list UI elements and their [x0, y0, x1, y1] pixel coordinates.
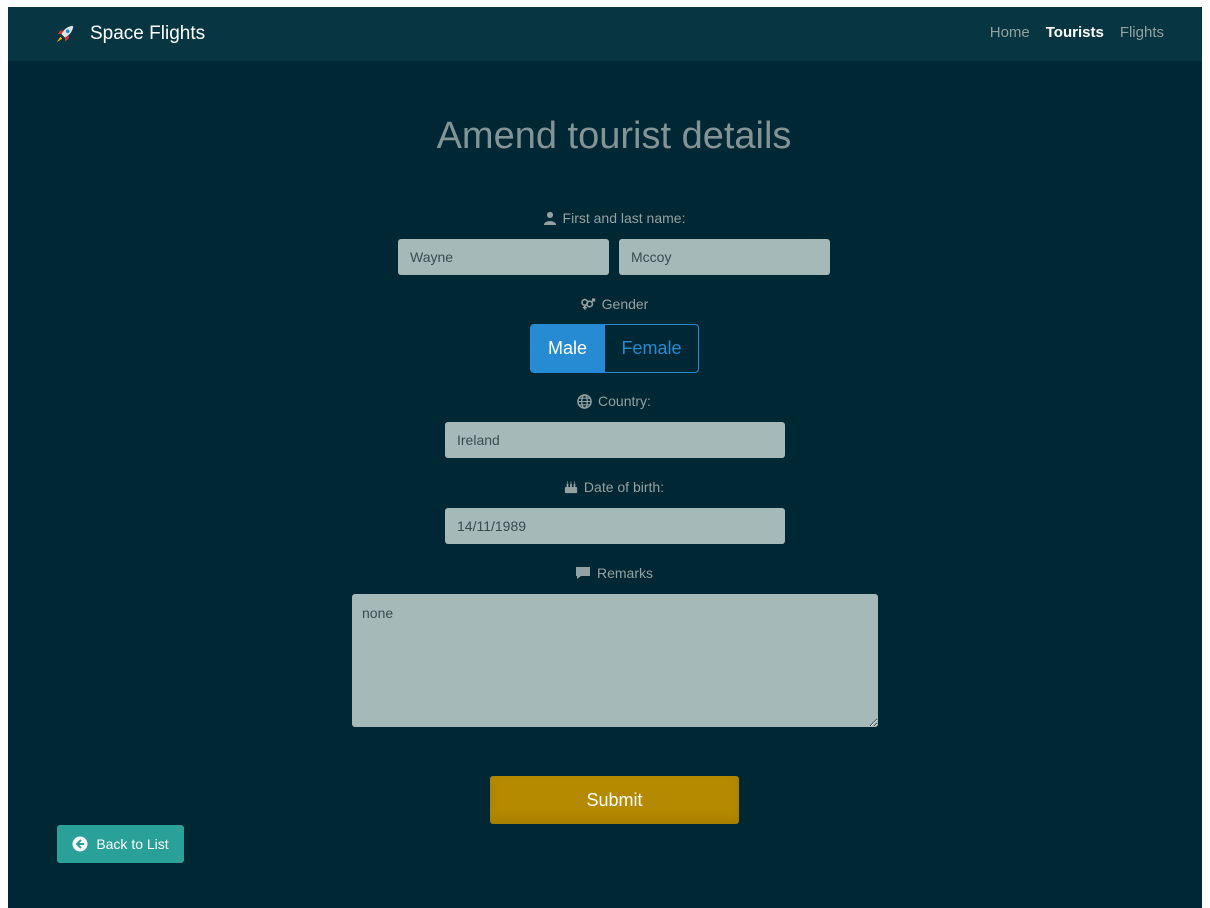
country-label: Country:	[8, 393, 1202, 409]
back-to-list-button[interactable]: Back to List	[57, 825, 184, 863]
gender-label: Gender	[8, 296, 1202, 312]
venus-mars-icon	[580, 298, 595, 310]
navbar: Space Flights Home Tourists Flights	[8, 7, 1202, 61]
birthday-cake-icon	[564, 480, 578, 494]
gender-toggle: Male Female	[530, 324, 699, 373]
page-title: Amend tourist details	[436, 115, 792, 157]
brand-link[interactable]: Space Flights	[54, 21, 205, 47]
comment-icon	[575, 567, 590, 579]
app-frame: Space Flights Home Tourists Flights Amen…	[8, 7, 1202, 908]
dob-label: Date of birth:	[8, 479, 1202, 495]
submit-button[interactable]: Submit	[490, 776, 739, 824]
remarks-textarea[interactable]: none	[352, 594, 878, 727]
country-input[interactable]	[445, 422, 785, 458]
nav-link-flights[interactable]: Flights	[1120, 24, 1164, 41]
nav-link-tourists[interactable]: Tourists	[1046, 24, 1104, 41]
brand-text: Space Flights	[90, 23, 206, 44]
dob-label-text: Date of birth:	[583, 479, 665, 495]
back-to-list-label: Back to List	[96, 836, 169, 852]
user-icon	[543, 211, 556, 225]
country-label-text: Country:	[598, 393, 651, 409]
nav-link-home[interactable]: Home	[990, 24, 1030, 41]
globe-icon	[577, 393, 592, 409]
gender-male-button[interactable]: Male	[531, 325, 605, 372]
dob-input[interactable]	[445, 508, 785, 544]
remarks-label-text: Remarks	[596, 565, 653, 581]
remarks-label: Remarks	[8, 565, 1202, 581]
first-name-input[interactable]	[398, 239, 609, 275]
nav-links: Home Tourists Flights	[990, 24, 1164, 41]
last-name-input[interactable]	[619, 239, 830, 275]
gender-female-button[interactable]: Female	[604, 325, 698, 372]
gender-label-text: Gender	[601, 296, 649, 312]
arrow-circle-left-icon	[72, 836, 88, 852]
name-label-text: First and last name:	[562, 210, 686, 226]
rocket-icon	[56, 25, 74, 43]
name-label: First and last name:	[8, 210, 1202, 226]
